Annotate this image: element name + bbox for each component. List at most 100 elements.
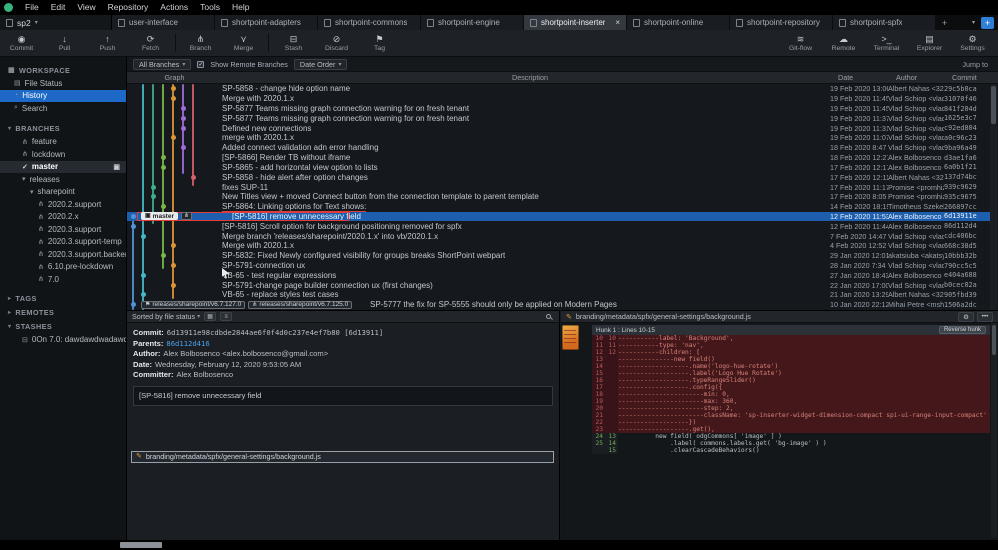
menu-item[interactable]: View [71, 0, 101, 15]
all-branches-dropdown[interactable]: All Branches ▾ [133, 59, 191, 70]
repo-tab[interactable]: shortpoint-online × [627, 15, 730, 30]
commit-row[interactable]: SP-5858 - change hide option name 19 Feb… [127, 84, 990, 94]
sidebar-branch-item[interactable]: ⋔ 6.10.pre-lockdown ▣ [0, 261, 126, 274]
toolbar-button[interactable]: ⟳ Fetch [129, 34, 172, 53]
jump-to-button[interactable]: Jump to [962, 60, 992, 69]
commit-row[interactable]: fixes SUP-11 17 Feb 2020 11:17 Promise <… [127, 182, 990, 192]
commit-row[interactable]: ⚑releases/sharepoint/v6.7.127.0⋔releases… [127, 300, 990, 310]
commit-row[interactable]: SP-5791-connection ux 28 Jan 2020 7:34 V… [127, 261, 990, 271]
sidebar-branch-item[interactable]: ⋔ 2020.3.support.backend ▣ [0, 248, 126, 261]
commit-row[interactable]: VB-65 - replace styles test cases 21 Jan… [127, 290, 990, 300]
sidebar-branch-item[interactable]: ⋔ feature ▣ [0, 136, 126, 149]
list-view-button[interactable]: ≡ [220, 312, 232, 321]
column-header-commit[interactable]: Commit [952, 73, 998, 82]
commit-row[interactable]: SP-5858 - hide alert after option change… [127, 172, 990, 182]
repo-tab[interactable]: user-interface × [112, 15, 215, 30]
repo-selector[interactable]: sp2 ▾ [0, 15, 112, 30]
sort-dropdown[interactable]: Sorted by file status ▾ [132, 312, 200, 321]
toolbar-button[interactable]: ◉ Commit [0, 34, 43, 53]
ref-chip[interactable]: ⋔ [181, 212, 192, 220]
reverse-hunk-button[interactable]: Reverse hunk [939, 326, 986, 334]
stashes-header[interactable]: ▾ STASHES [0, 320, 126, 334]
sidebar-branch-item[interactable]: ▾ releases ▣ [0, 173, 126, 186]
tab-overflow-chevron-icon[interactable]: ▾ [966, 19, 981, 26]
commit-row[interactable]: [SP-5866] Render TB without iframe 18 Fe… [127, 153, 990, 163]
toolbar-button[interactable]: ↑ Push [86, 34, 129, 53]
commit-row[interactable]: Merge with 2020.1.x 19 Feb 2020 11:45 Vl… [127, 94, 990, 104]
toolbar-button[interactable]: ⊟ Stash [272, 34, 315, 53]
toolbar-button[interactable]: >_ Terminal [865, 34, 908, 53]
menu-item[interactable]: Actions [154, 0, 194, 15]
commit-row[interactable]: New Titles view + moved Connect button f… [127, 192, 990, 202]
close-icon[interactable]: × [615, 18, 620, 27]
menu-item[interactable]: Help [226, 0, 255, 15]
toolbar-button[interactable]: ☁ Remote [822, 34, 865, 53]
commit-row[interactable]: SP-5865 - add horizontal view option to … [127, 163, 990, 173]
sidebar-workspace-item[interactable]: ▤ File Status [0, 77, 126, 90]
new-tab-button[interactable]: + [981, 17, 994, 29]
commit-row[interactable]: SP-5791-change page builder connection u… [127, 280, 990, 290]
commit-row[interactable]: SP-5877 Teams missing graph connection w… [127, 113, 990, 123]
sidebar-branch-item[interactable]: ✓ master ▣ [0, 161, 126, 174]
repo-tab[interactable]: shortpoint-engine × [421, 15, 524, 30]
workspace-header[interactable]: ▦ WORKSPACE [0, 63, 126, 77]
column-header-author[interactable]: Author [896, 73, 952, 82]
column-header-description[interactable]: Description [222, 73, 838, 82]
commit-row[interactable]: SP-5864: Linking options for Text shows:… [127, 202, 990, 212]
toolbar-button[interactable]: ⋔ Branch [179, 34, 222, 53]
toolbar-button[interactable]: ▤ Explorer [908, 34, 951, 53]
toolbar-button[interactable]: ⚑ Tag [358, 34, 401, 53]
repo-tab[interactable]: shortpoint-repository × [730, 15, 833, 30]
sidebar-branch-item[interactable]: ⋔ 2020.2.support ▣ [0, 198, 126, 211]
toolbar-button[interactable]: ↓ Pull [43, 34, 86, 53]
toolbar-button[interactable]: ⚙ Settings [951, 34, 994, 53]
commit-row[interactable]: Added connect validation adn error handl… [127, 143, 990, 153]
repo-tab[interactable]: shortpoint-adapters × [215, 15, 318, 30]
commit-row[interactable]: VB-65 - test regular expressions 27 Jan … [127, 270, 990, 280]
sidebar-branch-item[interactable]: ⋔ 2020.3.support-temp ▣ [0, 236, 126, 249]
diff-settings-button[interactable]: ⚙ [958, 312, 974, 322]
tree-view-button[interactable]: ▦ [204, 312, 216, 321]
commit-row[interactable]: SP-5832: Fixed Newly configured visibili… [127, 251, 990, 261]
remotes-header[interactable]: ▸ REMOTES [0, 306, 126, 320]
commit-row[interactable]: [SP-5816] Scroll option for background p… [127, 221, 990, 231]
parent-hash-link[interactable]: 86d112d416 [166, 339, 209, 348]
diff-scrollbar-thumb[interactable] [992, 325, 996, 355]
add-tab-button[interactable]: + [936, 18, 953, 28]
sidebar-branch-item[interactable]: ⋔ 2020.2.x ▣ [0, 211, 126, 224]
changed-file-row[interactable]: ✎ branding/metadata/spfx/general-setting… [131, 451, 554, 463]
commit-row[interactable]: SP-5877 Teams missing graph connection w… [127, 104, 990, 114]
date-order-dropdown[interactable]: Date Order ▾ [294, 59, 348, 70]
column-header-graph[interactable]: Graph [127, 73, 222, 82]
sidebar-workspace-item[interactable]: ⌕ Search [0, 102, 126, 115]
diff-more-button[interactable]: ••• [977, 312, 993, 322]
toolbar-button[interactable]: ⊘ Discard [315, 34, 358, 53]
sidebar-branch-item[interactable]: ⋔ 7.0 ▣ [0, 273, 126, 286]
ref-chip[interactable]: ⋔releases/sharepoint/v6.7.125.0 [248, 301, 352, 309]
sidebar-workspace-item[interactable]: ◔ History [0, 90, 126, 103]
ref-chip[interactable]: ⚑releases/sharepoint/v6.7.127.0 [141, 301, 245, 309]
menu-item[interactable]: Tools [194, 0, 226, 15]
repo-tab[interactable]: shortpoint-inserter × [524, 15, 627, 30]
sidebar-branch-item[interactable]: ⋔ lockdown ▣ [0, 148, 126, 161]
commit-row[interactable]: ▣master⋔ [SP-5816] remove unnecessary fi… [127, 212, 990, 222]
commit-row[interactable]: Defined new connections 19 Feb 2020 11:3… [127, 123, 990, 133]
commit-row[interactable]: merge with 2020.1.x 19 Feb 2020 11:07 Vl… [127, 133, 990, 143]
column-header-date[interactable]: Date [838, 73, 896, 82]
toolbar-button[interactable]: ⋎ Merge [222, 34, 265, 53]
menu-item[interactable]: Edit [45, 0, 72, 15]
repo-tab[interactable]: shortpoint-spfx × [833, 15, 936, 30]
sidebar-stash-item[interactable]: ⊟ 0On 7.0: dawdawdwadawdaw [0, 334, 126, 347]
search-icon[interactable] [546, 314, 551, 319]
app-logo-icon[interactable] [4, 3, 13, 12]
toolbar-button[interactable]: ≋ Git-flow [779, 34, 822, 53]
diff-scrollbar[interactable] [991, 323, 997, 538]
graph-scrollbar-thumb[interactable] [991, 86, 996, 124]
show-remote-checkbox[interactable]: ✓ [197, 61, 204, 68]
sidebar-branch-item[interactable]: ⋔ 2020.3.support ▣ [0, 223, 126, 236]
commit-row[interactable]: Merge branch 'releases/sharepoint/2020.1… [127, 231, 990, 241]
repo-tab[interactable]: shortpoint-commons × [318, 15, 421, 30]
branch-chip[interactable]: ▣master [141, 212, 178, 220]
branches-header[interactable]: ▾ BRANCHES [0, 122, 126, 136]
menu-item[interactable]: Repository [102, 0, 155, 15]
